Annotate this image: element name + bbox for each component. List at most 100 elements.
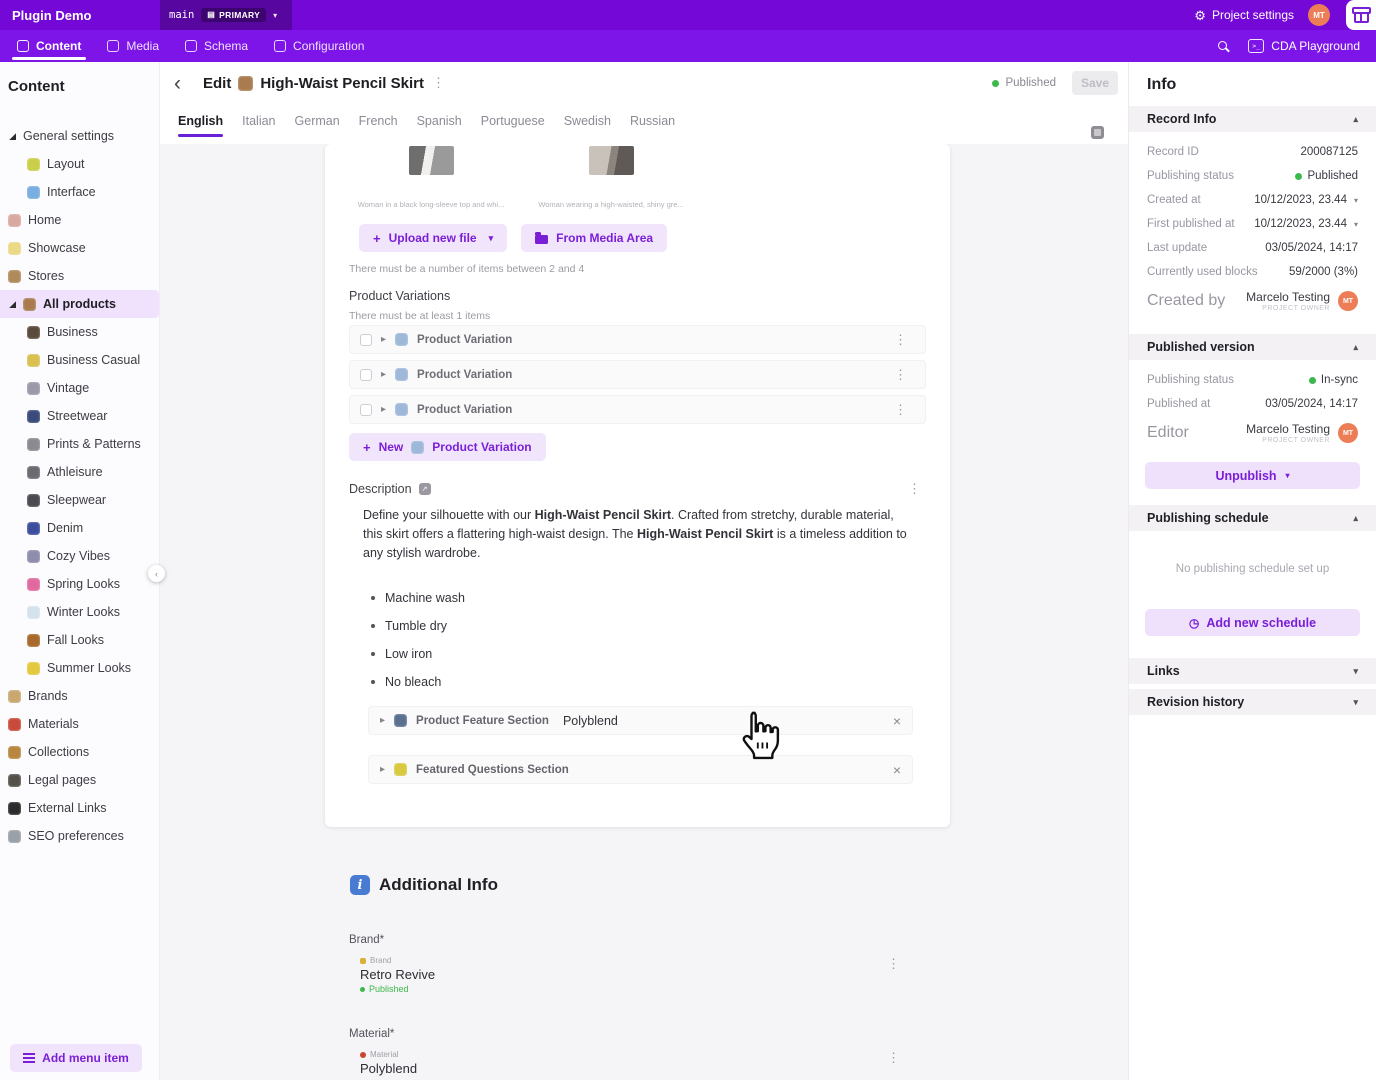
sidebar-item[interactable]: All products [0,290,159,318]
gallery-item[interactable]: Woman in a black long-sleeve top and whi… [341,146,521,209]
bullet-item[interactable]: Machine wash [371,584,465,612]
sidebar-item[interactable]: Streetwear [0,402,159,430]
sidebar-item[interactable]: Legal pages [0,766,159,794]
description-kebab[interactable] [900,481,929,497]
sidebar-item[interactable]: Stores [0,262,159,290]
bullet-item[interactable]: No bleach [371,668,465,696]
brand-kebab[interactable] [879,956,908,972]
sidebar-collapse-handle[interactable]: ‹ [148,565,165,582]
gallery-thumbnail[interactable] [589,146,634,175]
expand-caret-icon[interactable] [8,300,16,308]
checkbox[interactable] [360,404,372,416]
nav-tab[interactable]: Content [4,30,94,62]
sidebar-item[interactable]: General settings [0,122,159,150]
sidebar-item[interactable]: Brands [0,682,159,710]
expand-arrow-icon[interactable]: ▸ [381,334,386,345]
locale-tab[interactable]: Swedish [564,114,611,137]
sidebar-item[interactable]: Layout [0,150,159,178]
checkbox[interactable] [360,369,372,381]
publishing-schedule-section-header[interactable]: Publishing schedule ▴ [1129,505,1376,531]
locale-tab[interactable]: French [359,114,398,137]
panel-toggle-icon[interactable] [1091,126,1104,139]
record-menu-kebab[interactable] [424,75,453,91]
nav-tab[interactable]: Schema [172,30,261,62]
locale-tab[interactable]: Spanish [417,114,462,137]
unpublish-button[interactable]: Unpublish ▾ [1145,462,1360,489]
published-version-section-header[interactable]: Published version ▴ [1129,334,1376,360]
sidebar-item[interactable]: SEO preferences [0,822,159,850]
add-new-schedule-button[interactable]: ◷ Add new schedule [1145,609,1360,636]
sidebar-item[interactable]: Denim [0,514,159,542]
whats-new-button[interactable] [1346,0,1376,30]
gallery-thumbnail[interactable] [409,146,454,175]
save-button[interactable]: Save [1072,71,1118,95]
variation-row[interactable]: ▸ Product Variation [349,360,926,389]
expand-arrow-icon[interactable]: ▸ [380,764,385,775]
sidebar-item[interactable]: Fall Looks [0,626,159,654]
links-section-header[interactable]: Links ▾ [1129,658,1376,684]
nav-tab[interactable]: Media [94,30,172,62]
add-menu-item-button[interactable]: Add menu item [10,1044,142,1072]
locale-tab[interactable]: Portuguese [481,114,545,137]
locale-tab[interactable]: Italian [242,114,275,137]
material-link-record[interactable]: Material Polyblend [360,1050,908,1076]
material-kebab[interactable] [879,1050,908,1066]
new-variation-button[interactable]: + New Product Variation [349,433,546,461]
nav-tab[interactable]: Configuration [261,30,377,62]
user-avatar[interactable]: MT [1308,4,1330,26]
locale-copy-icon[interactable] [419,483,431,495]
expand-caret-icon[interactable] [8,132,16,140]
sidebar-item[interactable]: Interface [0,178,159,206]
bullet-item[interactable]: Low iron [371,640,465,668]
sidebar-item[interactable]: Collections [0,738,159,766]
variation-row[interactable]: ▸ Product Variation [349,395,926,424]
sidebar-item[interactable]: Home [0,206,159,234]
remove-block-icon[interactable]: × [893,714,901,728]
expand-arrow-icon[interactable]: ▸ [380,715,385,726]
brand-link-record[interactable]: Brand Retro Revive Published [360,956,908,994]
record-info-section-header[interactable]: Record Info ▴ [1129,106,1376,132]
sidebar-item[interactable]: Summer Looks [0,654,159,682]
chevron-down-icon[interactable]: ▾ [489,233,494,244]
sidebar-item[interactable]: Winter Looks [0,598,159,626]
sidebar-item[interactable]: Vintage [0,374,159,402]
from-media-area-button[interactable]: From Media Area [521,224,667,252]
locale-tab[interactable]: Russian [630,114,675,137]
created-at-value[interactable]: 10/12/2023, 23.44▾ [1254,194,1358,206]
back-button[interactable]: ‹ [174,73,181,94]
bullet-item[interactable]: Tumble dry [371,612,465,640]
variation-row-kebab[interactable] [886,367,915,383]
gallery-item[interactable]: Woman wearing a high-waisted, shiny gre.… [521,146,701,209]
user-avatar[interactable]: MT [1338,423,1358,443]
sidebar-item[interactable]: Athleisure [0,458,159,486]
block-row[interactable]: ▸ Product Feature Section Polyblend × [368,706,913,735]
expand-arrow-icon[interactable]: ▸ [381,369,386,380]
upload-new-file-button[interactable]: + Upload new file ▾ [359,224,507,252]
locale-tab[interactable]: German [295,114,340,137]
sidebar-item[interactable]: Business Casual [0,346,159,374]
sidebar-item[interactable]: Spring Looks [0,570,159,598]
sidebar-item[interactable]: Cozy Vibes [0,542,159,570]
variation-row-kebab[interactable] [886,332,915,348]
sidebar-item[interactable]: Prints & Patterns [0,430,159,458]
cda-playground-button[interactable]: CDA Playground [1248,39,1360,53]
locale-tab[interactable]: English [178,114,223,137]
sidebar-item[interactable]: Showcase [0,234,159,262]
sidebar-item[interactable]: Sleepwear [0,486,159,514]
user-avatar[interactable]: MT [1338,291,1358,311]
sidebar-item[interactable]: Business [0,318,159,346]
project-settings-button[interactable]: ⚙ Project settings [1194,0,1294,30]
block-row[interactable]: ▸ Featured Questions Section × [368,755,913,784]
remove-block-icon[interactable]: × [893,763,901,777]
first-published-value[interactable]: 10/12/2023, 23.44▾ [1254,218,1358,230]
environment-pill[interactable]: ▤PRIMARY [201,8,266,22]
branch-switcher[interactable]: main ▤PRIMARY ▾ [160,0,292,30]
description-paragraph[interactable]: Define your silhouette with our High-Wai… [363,506,911,563]
variation-row[interactable]: ▸ Product Variation [349,325,926,354]
sidebar-item[interactable]: Materials [0,710,159,738]
checkbox[interactable] [360,334,372,346]
sidebar-item[interactable]: External Links [0,794,159,822]
revision-history-section-header[interactable]: Revision history ▾ [1129,689,1376,715]
variation-row-kebab[interactable] [886,402,915,418]
expand-arrow-icon[interactable]: ▸ [381,404,386,415]
